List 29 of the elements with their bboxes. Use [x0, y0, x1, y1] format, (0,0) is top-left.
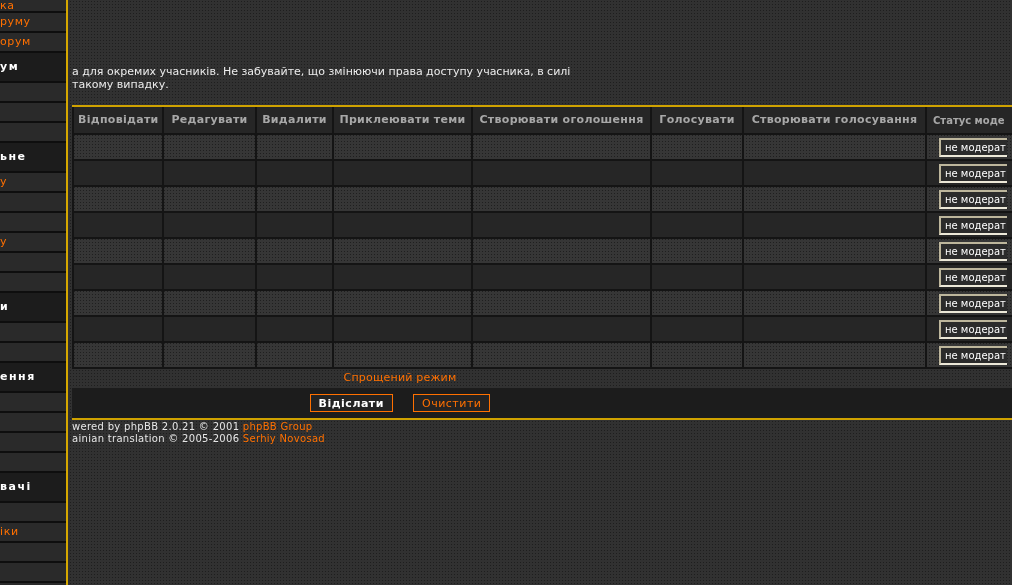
intro-text: такому випадку. [72, 78, 170, 91]
sidebar-link[interactable]: іки [0, 525, 19, 538]
sidebar-link[interactable]: у [0, 175, 8, 188]
sidebar-link[interactable]: у [0, 235, 8, 248]
moderator-status-dropdown[interactable]: не модерат [939, 189, 1007, 209]
moderator-status-dropdown[interactable]: не модерат [939, 215, 1007, 235]
footer-credit-text: wered by phpBB 2.0.21 © 2001 phpBB Group [72, 421, 314, 433]
footer-link[interactable]: phpBB Group [242, 421, 313, 432]
sidebar-section-heading: вачі [0, 473, 66, 503]
moderator-status-dropdown[interactable]: не модерат [939, 137, 1007, 157]
sidebar-section-heading: и [0, 293, 66, 323]
footer-link[interactable]: Serhiy Novosad [242, 433, 325, 444]
sidebar-section-heading: ум [0, 53, 66, 83]
sidebar-link[interactable]: руму [0, 15, 31, 28]
reset-button[interactable]: Очистити [412, 394, 491, 412]
moderator-status-dropdown[interactable]: не модерат [939, 293, 1007, 313]
sidebar-section-heading: ьне [0, 143, 66, 173]
moderator-status-dropdown[interactable]: не модерат [939, 319, 1007, 339]
sidebar-section-heading: ення [0, 363, 66, 393]
intro-text: а для окремих учасників. Не забувайте, що змінюючи права доступу учасника, в силі [72, 65, 572, 78]
sidebar-link[interactable]: ка [0, 0, 15, 12]
moderator-status-dropdown[interactable]: не модерат [939, 267, 1007, 287]
moderator-status-dropdown[interactable]: не модерат [939, 163, 1007, 183]
simple-mode-link[interactable]: Спрощений режим [343, 370, 457, 387]
moderator-status-dropdown[interactable]: не модерат [939, 345, 1007, 365]
footer-credit-text: ainian translation © 2005-2006 Serhiy Novosad [72, 433, 326, 445]
moderator-status-dropdown[interactable]: не модерат [939, 241, 1007, 261]
submit-button[interactable]: Відіслати [309, 394, 393, 412]
sidebar-link[interactable]: орум [0, 35, 31, 48]
